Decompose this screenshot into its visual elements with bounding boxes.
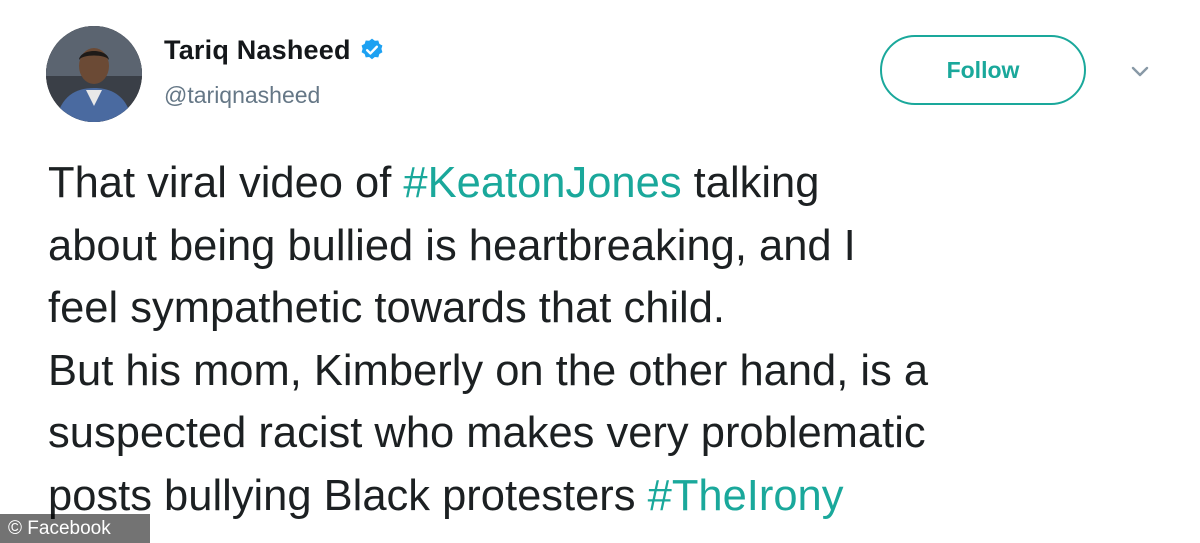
tweet-card: Tariq Nasheed @tariqnasheed Follow That … (0, 0, 1200, 543)
avatar-photo-icon (46, 26, 142, 122)
chevron-down-icon[interactable] (1126, 62, 1154, 82)
verified-badge-icon (359, 37, 385, 63)
author-handle[interactable]: @tariqnasheed (164, 82, 385, 109)
tweet-text-segment: posts bullying Black protesters (48, 471, 648, 520)
tweet-text-segment: But his mom, Kimberly on the other hand,… (48, 346, 929, 395)
tweet-text-line: suspected racist who makes very problema… (48, 402, 1178, 465)
tweet-text-line: about being bullied is heartbreaking, an… (48, 215, 1178, 278)
tweet-text: That viral video of #KeatonJones talking… (48, 152, 1178, 527)
hashtag-link[interactable]: #KeatonJones (403, 159, 681, 207)
tweet-text-segment: suspected racist who makes very problema… (48, 409, 926, 457)
image-credit-watermark: © Facebook (0, 514, 150, 543)
tweet-text-line: But his mom, Kimberly on the other hand,… (48, 340, 1178, 403)
tweet-text-segment: talking (681, 159, 820, 207)
tweet-text-line: That viral video of #KeatonJones talking (48, 152, 1178, 215)
author-block: Tariq Nasheed @tariqnasheed (164, 32, 385, 109)
author-display-name[interactable]: Tariq Nasheed (164, 35, 351, 66)
follow-button[interactable]: Follow (880, 35, 1086, 105)
tweet-text-segment: feel sympathetic towards that child. (48, 284, 725, 332)
author-avatar[interactable] (46, 26, 142, 122)
tweet-text-segment: about being bullied is heartbreaking, an… (48, 221, 856, 270)
tweet-text-line: feel sympathetic towards that child. (48, 277, 1178, 340)
tweet-text-segment: That viral video of (48, 159, 404, 207)
author-name-row: Tariq Nasheed (164, 32, 385, 68)
hashtag-link[interactable]: #TheIrony (648, 472, 844, 520)
tweet-text-line: posts bullying Black protesters #TheIron… (48, 465, 1178, 528)
